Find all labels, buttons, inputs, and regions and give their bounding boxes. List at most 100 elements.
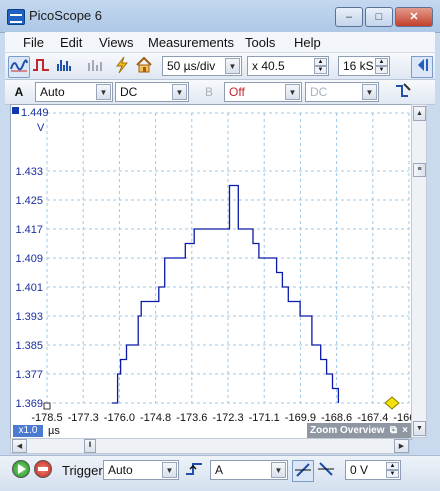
y-tick-label: 1.369	[15, 398, 43, 410]
channel-b-coupling: DC	[310, 85, 328, 99]
scope-mode-icon[interactable]	[8, 56, 30, 78]
x-tick-label: -173.6	[176, 412, 207, 424]
chevron-down-icon[interactable]: ▼	[271, 462, 286, 478]
trigger-falling-edge-button[interactable]	[316, 460, 336, 480]
y-tick-label: 1.425	[15, 195, 43, 207]
window-title: PicoScope 6	[29, 8, 102, 23]
channel-a-button[interactable]: A	[9, 82, 29, 102]
signal-generator-icon[interactable]	[85, 56, 105, 76]
chevron-down-icon[interactable]: ▼	[162, 462, 177, 478]
zoom-value: x 40.5	[252, 59, 285, 73]
trigger-source: A	[215, 463, 224, 477]
spin-up-icon[interactable]: ▲	[314, 58, 327, 66]
trigger-marker-left	[43, 402, 51, 410]
channel-b-coupling-select[interactable]: DC ▼	[305, 82, 379, 102]
y-tick-label: 1.433	[15, 166, 43, 178]
x-zoom-indicator[interactable]: x1.0	[13, 425, 43, 437]
zoom-field[interactable]: x 40.5 ▲ ▼	[247, 56, 329, 76]
scroll-down-icon[interactable]: ▼	[413, 421, 426, 436]
channel-b-label: B	[204, 85, 213, 99]
horizontal-scrollbar[interactable]: ◀ ‖ ▶	[10, 438, 410, 454]
menu-edit[interactable]: Edit	[60, 35, 82, 50]
trigger-source-select[interactable]: A ▼	[210, 460, 288, 480]
probe-settings-icon[interactable]	[393, 82, 413, 102]
trigger-toolbar: Trigger Auto ▼ A ▼ 0 V ▲ ▼	[0, 455, 440, 491]
spin-down-icon[interactable]: ▼	[375, 66, 388, 74]
menu-views[interactable]: Views	[99, 35, 133, 50]
x-tick-label: -171.1	[249, 412, 280, 424]
trigger-threshold: 0 V	[350, 463, 369, 477]
pin-icon[interactable]: ⧉	[390, 423, 397, 438]
title-bar: PicoScope 6 – □ ✕	[0, 0, 440, 33]
channel-a-trace	[111, 184, 340, 404]
x-tick-label: -178.5	[31, 412, 62, 424]
close-icon[interactable]: ×	[402, 423, 408, 438]
stop-button[interactable]	[34, 460, 52, 478]
channel-a-label: A	[14, 85, 24, 99]
trigger-threshold-field[interactable]: 0 V ▲ ▼	[345, 460, 401, 480]
channel-a-axis-marker	[12, 107, 19, 114]
collapse-panel-icon[interactable]	[411, 56, 433, 78]
home-icon[interactable]	[134, 56, 154, 76]
chevron-down-icon[interactable]: ▼	[225, 58, 240, 74]
channel-a-coupling-select[interactable]: DC ▼	[115, 82, 189, 102]
channel-toolbar: A Auto ▼ DC ▼ B Off ▼ DC ▼	[5, 80, 435, 105]
scroll-right-icon[interactable]: ▶	[394, 439, 409, 453]
persistence-mode-icon[interactable]	[31, 56, 51, 76]
scope-grid	[46, 112, 410, 404]
horizontal-scroll-thumb[interactable]: ‖	[84, 439, 96, 453]
y-axis-unit: V	[37, 122, 45, 134]
channel-a-coupling: DC	[120, 85, 138, 99]
trigger-mode-select[interactable]: Auto ▼	[103, 460, 179, 480]
x-tick-label: -177.3	[68, 412, 99, 424]
rising-edge-icon[interactable]	[184, 460, 204, 480]
y-axis-labels: 1.433 1.425 1.417 1.409 1.401 1.393 1.385 1.377…	[15, 166, 43, 410]
spin-up-icon[interactable]: ▲	[386, 462, 399, 470]
menu-help[interactable]: Help	[294, 35, 321, 50]
samples-value: 16 kS	[343, 59, 374, 73]
scroll-up-icon[interactable]: ▲	[413, 106, 426, 121]
auto-setup-icon[interactable]	[112, 56, 132, 76]
close-button[interactable]: ✕	[395, 7, 433, 27]
trigger-rising-edge-button[interactable]	[292, 460, 314, 482]
timebase-value: 50 µs/div	[167, 59, 216, 73]
y-tick-label: 1.377	[15, 369, 43, 381]
spectrum-mode-icon[interactable]	[54, 56, 74, 76]
menu-bar: File Edit Views Measurements Tools Help	[5, 32, 435, 53]
timebase-select[interactable]: 50 µs/div ▼	[162, 56, 242, 76]
y-tick-label: 1.417	[15, 224, 43, 236]
menu-measurements[interactable]: Measurements	[148, 35, 234, 50]
samples-field[interactable]: 16 kS ▲ ▼	[338, 56, 390, 76]
menu-tools[interactable]: Tools	[245, 35, 275, 50]
chevron-down-icon[interactable]: ▼	[362, 84, 377, 100]
spin-down-icon[interactable]: ▼	[386, 470, 399, 478]
channel-b-range-select[interactable]: Off ▼	[224, 82, 302, 102]
channel-b-range: Off	[229, 85, 245, 99]
vertical-scroll-thumb[interactable]: ≡	[413, 163, 426, 177]
maximize-button[interactable]: □	[365, 7, 393, 27]
vertical-scrollbar[interactable]: ▲ ≡ ▼	[411, 104, 427, 438]
chevron-down-icon[interactable]: ▼	[96, 84, 111, 100]
scope-plot: 1.433 1.425 1.417 1.409 1.401 1.393 1.385 1.377…	[12, 107, 411, 424]
start-button[interactable]	[12, 460, 30, 478]
main-toolbar: 50 µs/div ▼ x 40.5 ▲ ▼ 16 kS ▲ ▼	[5, 53, 435, 80]
spin-down-icon[interactable]: ▼	[314, 66, 327, 74]
y-tick-label: 1.393	[15, 311, 43, 323]
zoom-overview-label: Zoom Overview	[310, 425, 385, 436]
menu-file[interactable]: File	[23, 35, 44, 50]
chevron-down-icon[interactable]: ▼	[172, 84, 187, 100]
channel-b-button[interactable]: B	[199, 82, 219, 102]
x-tick-label: -172.3	[212, 412, 243, 424]
minimize-button[interactable]: –	[335, 7, 363, 27]
trigger-mode: Auto	[108, 463, 133, 477]
scroll-left-icon[interactable]: ◀	[12, 439, 27, 453]
channel-a-range-select[interactable]: Auto ▼	[35, 82, 113, 102]
scope-view[interactable]: 1.433 1.425 1.417 1.409 1.401 1.393 1.385 1.377…	[10, 104, 412, 440]
chevron-down-icon[interactable]: ▼	[285, 84, 300, 100]
x-tick-label: -176.0	[104, 412, 135, 424]
y-axis-top-value: 1.449	[21, 107, 49, 119]
spin-up-icon[interactable]: ▲	[375, 58, 388, 66]
trigger-label: Trigger	[62, 463, 103, 478]
y-tick-label: 1.385	[15, 340, 43, 352]
zoom-overview-tab[interactable]: Zoom Overview ⧉ ×	[307, 423, 411, 438]
